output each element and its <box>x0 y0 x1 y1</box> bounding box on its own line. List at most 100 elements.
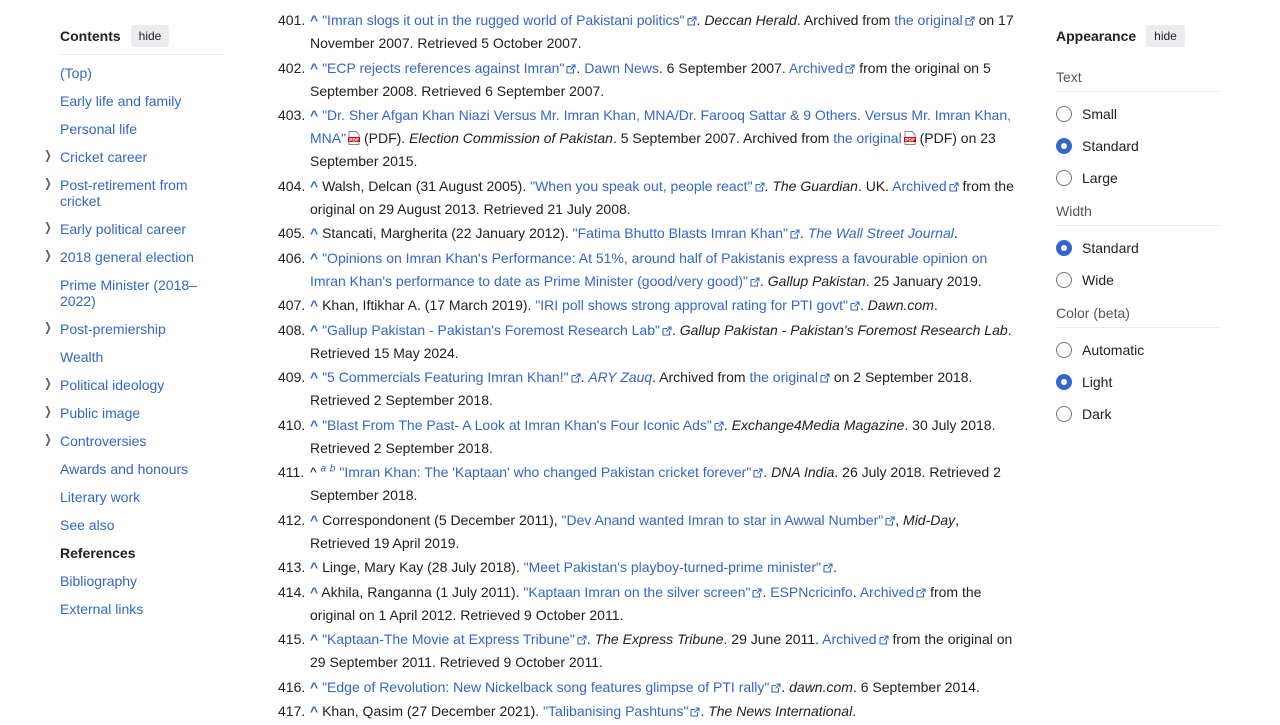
reference-link[interactable]: the original <box>749 369 818 385</box>
toc-item-cricket-career[interactable]: ❯ Cricket career <box>44 148 224 165</box>
radio-checked-icon[interactable] <box>1056 374 1072 390</box>
radio-option-text-large[interactable]: Large <box>1056 168 1220 188</box>
jump-up-link[interactable]: ^ <box>310 178 318 194</box>
toc-item-early-life-and-family[interactable]: Early life and family <box>60 93 224 109</box>
chevron-right-icon[interactable]: ❯ <box>43 247 53 263</box>
reference-link[interactable]: "Edge of Revolution: New Nickelback song… <box>322 679 769 695</box>
toc-item-personal-life[interactable]: Personal life <box>60 121 224 137</box>
radio-checked-icon[interactable] <box>1056 240 1072 256</box>
toc-item-top[interactable]: (Top) <box>60 65 224 81</box>
jump-up-link[interactable]: ^ <box>310 512 318 528</box>
reference-link[interactable]: "Meet Pakistan's playboy-turned-prime mi… <box>524 559 821 575</box>
jump-up-link[interactable]: ^ <box>310 559 318 575</box>
chevron-right-icon[interactable]: ❯ <box>43 319 53 335</box>
appearance-hide-button[interactable]: hide <box>1146 25 1185 47</box>
chevron-right-icon[interactable]: ❯ <box>43 431 53 447</box>
reference-link[interactable]: "Kaptaan-The Movie at Express Tribune" <box>322 631 575 647</box>
radio-option-text-small[interactable]: Small <box>1056 104 1220 124</box>
toc-item-label[interactable]: Public image <box>60 405 140 421</box>
jump-up-link[interactable]: ^ <box>310 225 318 241</box>
reference-link[interactable]: Archived <box>822 631 876 647</box>
reference-link[interactable]: ESPNcricinfo <box>770 584 852 600</box>
reference-link[interactable]: "Talibanising Pashtuns" <box>543 703 688 719</box>
jump-up-link[interactable]: ^ <box>310 322 318 338</box>
toc-item-label[interactable]: Wealth <box>60 349 103 365</box>
radio-unchecked-icon[interactable] <box>1056 406 1072 422</box>
chevron-right-icon[interactable]: ❯ <box>43 375 53 391</box>
radio-option-color-beta-automatic[interactable]: Automatic <box>1056 340 1220 360</box>
reference-work-link[interactable]: The Wall Street Journal <box>808 225 954 241</box>
toc-item-bibliography[interactable]: Bibliography <box>60 573 224 589</box>
toc-item-label[interactable]: Early political career <box>60 221 186 237</box>
toc-item-label[interactable]: Early life and family <box>60 93 181 109</box>
reference-link[interactable]: Archived <box>860 584 914 600</box>
toc-item-public-image[interactable]: ❯ Public image <box>44 404 224 421</box>
reference-link[interactable]: "When you speak out, people react" <box>530 178 752 194</box>
toc-item-literary-work[interactable]: Literary work <box>60 489 224 505</box>
jump-up-link[interactable]: ^ <box>310 250 318 266</box>
jump-up-link[interactable]: ^ <box>310 631 318 647</box>
toc-item-wealth[interactable]: Wealth <box>60 349 224 365</box>
jump-up-link[interactable]: ^ <box>310 12 318 28</box>
toc-item-label[interactable]: Cricket career <box>60 149 147 165</box>
chevron-right-icon[interactable]: ❯ <box>43 403 53 419</box>
toc-item-awards-and-honours[interactable]: Awards and honours <box>60 461 224 477</box>
radio-unchecked-icon[interactable] <box>1056 342 1072 358</box>
radio-option-width-standard[interactable]: Standard <box>1056 238 1220 258</box>
reference-link[interactable]: "Dev Anand wanted Imran to star in Awwal… <box>562 512 884 528</box>
toc-item-label[interactable]: Literary work <box>60 489 140 505</box>
toc-item-references[interactable]: References <box>60 545 224 561</box>
jump-up-link[interactable]: ^ <box>310 369 318 385</box>
radio-checked-icon[interactable] <box>1056 138 1072 154</box>
toc-item-early-political-career[interactable]: ❯ Early political career <box>44 220 224 237</box>
jump-up-link[interactable]: ^ <box>310 703 318 719</box>
toc-item-label[interactable]: Bibliography <box>60 573 137 589</box>
reference-link[interactable]: "Imran Khan: The 'Kaptaan' who changed P… <box>339 464 751 480</box>
radio-option-text-standard[interactable]: Standard <box>1056 136 1220 156</box>
toc-item-see-also[interactable]: See also <box>60 517 224 533</box>
jump-up-link[interactable]: ^ <box>310 417 318 433</box>
reference-work-link[interactable]: ARY Zauq <box>588 369 652 385</box>
reference-link[interactable]: "ECP rejects references against Imran" <box>322 60 564 76</box>
toc-item-label[interactable]: Political ideology <box>60 377 164 393</box>
toc-item-external-links[interactable]: External links <box>60 601 224 617</box>
chevron-right-icon[interactable]: ❯ <box>43 175 53 191</box>
toc-hide-button[interactable]: hide <box>130 25 170 47</box>
toc-item-label[interactable]: Awards and honours <box>60 461 188 477</box>
radio-unchecked-icon[interactable] <box>1056 272 1072 288</box>
chevron-right-icon[interactable]: ❯ <box>43 147 53 163</box>
reference-link[interactable]: "Gallup Pakistan - Pakistan's Foremost R… <box>322 322 660 338</box>
jump-up-link[interactable]: ^ <box>310 297 318 313</box>
toc-item-label[interactable]: Controversies <box>60 433 146 449</box>
reference-link[interactable]: "Blast From The Past- A Look at Imran Kh… <box>322 417 712 433</box>
toc-item-label[interactable]: Post-premiership <box>60 321 166 337</box>
reference-link[interactable]: "Imran slogs it out in the rugged world … <box>322 12 684 28</box>
toc-item-political-ideology[interactable]: ❯ Political ideology <box>44 376 224 393</box>
toc-item-label[interactable]: See also <box>60 517 114 533</box>
toc-item-label[interactable]: External links <box>60 601 143 617</box>
reference-link[interactable]: "5 Commercials Featuring Imran Khan!" <box>322 369 568 385</box>
toc-item-prime-minister-2018-2022[interactable]: Prime Minister (2018–2022) <box>60 277 224 309</box>
jump-up-link[interactable]: ^ <box>310 60 318 76</box>
toc-item-post-premiership[interactable]: ❯ Post-premiership <box>44 320 224 337</box>
radio-option-color-beta-dark[interactable]: Dark <box>1056 404 1220 424</box>
toc-item-label[interactable]: Prime Minister (2018–2022) <box>60 277 197 309</box>
reference-link[interactable]: "IRI poll shows strong approval rating f… <box>535 297 848 313</box>
radio-option-color-beta-light[interactable]: Light <box>1056 372 1220 392</box>
chevron-right-icon[interactable]: ❯ <box>43 219 53 235</box>
toc-item-label[interactable]: Personal life <box>60 121 137 137</box>
jump-up-link[interactable]: ^ <box>310 679 318 695</box>
reference-link[interactable]: "Kaptaan Imran on the silver screen" <box>523 584 750 600</box>
jump-up-link[interactable]: ^ <box>310 107 318 123</box>
reference-link[interactable]: Dawn News <box>584 60 659 76</box>
toc-item-post-retirement-from-cricket[interactable]: ❯ Post-retirement from cricket <box>44 176 224 209</box>
toc-item-2018-general-election[interactable]: ❯ 2018 general election <box>44 248 224 265</box>
reference-link[interactable]: Archived <box>892 178 946 194</box>
toc-item-label[interactable]: (Top) <box>60 65 92 81</box>
reference-link[interactable]: the original <box>833 130 902 146</box>
jump-up-link[interactable]: ^ <box>310 584 318 600</box>
reference-link[interactable]: the original <box>894 12 963 28</box>
toc-item-controversies[interactable]: ❯ Controversies <box>44 432 224 449</box>
radio-option-width-wide[interactable]: Wide <box>1056 270 1220 290</box>
toc-item-label[interactable]: 2018 general election <box>60 249 194 265</box>
